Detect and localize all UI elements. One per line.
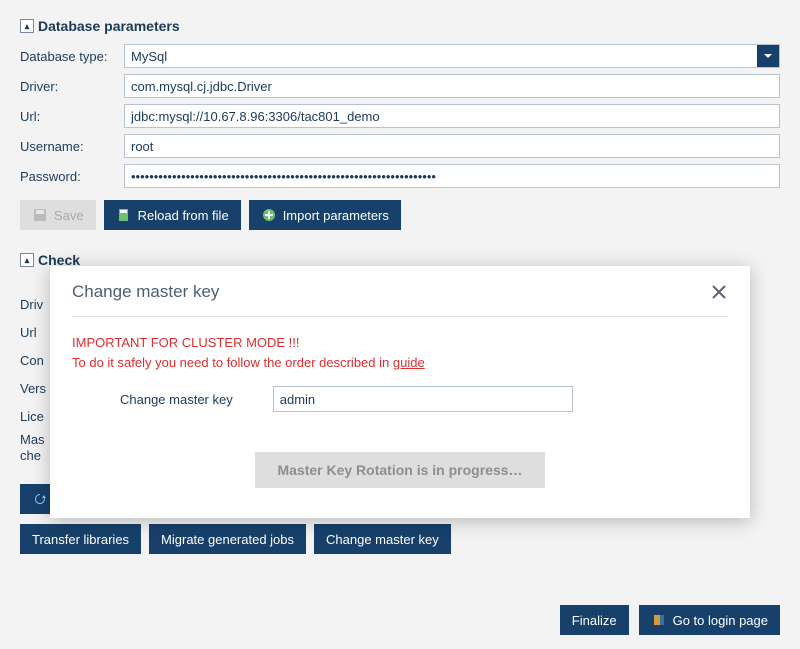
go-to-login-label: Go to login page bbox=[673, 613, 768, 628]
driver-label: Driver: bbox=[20, 79, 124, 94]
dialog-title: Change master key bbox=[72, 282, 219, 302]
dialog-warning-line2: To do it safely you need to follow the o… bbox=[72, 355, 393, 370]
password-input[interactable] bbox=[124, 164, 780, 188]
reload-button-label: Reload from file bbox=[138, 208, 229, 223]
rotation-status: Master Key Rotation is in progress… bbox=[255, 452, 544, 488]
door-icon bbox=[651, 612, 667, 628]
check-row-label: Con bbox=[20, 353, 44, 368]
go-to-login-button[interactable]: Go to login page bbox=[639, 605, 780, 635]
refresh-icon bbox=[32, 491, 48, 507]
db-type-dropdown-button[interactable] bbox=[757, 45, 779, 67]
change-master-key-dialog: Change master key IMPORTANT FOR CLUSTER … bbox=[50, 266, 750, 518]
finalize-button[interactable]: Finalize bbox=[560, 605, 629, 635]
url-label: Url: bbox=[20, 109, 124, 124]
username-input[interactable] bbox=[124, 134, 780, 158]
migrate-jobs-button[interactable]: Migrate generated jobs bbox=[149, 524, 306, 554]
save-button: Save bbox=[20, 200, 96, 230]
check-row-label: Lice bbox=[20, 409, 44, 424]
transfer-libraries-label: Transfer libraries bbox=[32, 532, 129, 547]
db-params-title: Database parameters bbox=[38, 18, 180, 34]
collapse-icon[interactable]: ▴ bbox=[20, 19, 34, 33]
check-row-label: Masche bbox=[20, 432, 45, 463]
reload-button[interactable]: Reload from file bbox=[104, 200, 241, 230]
check-row-label: Url bbox=[20, 325, 37, 340]
dialog-warning-line1: IMPORTANT FOR CLUSTER MODE !!! bbox=[72, 333, 728, 353]
db-type-select[interactable] bbox=[124, 44, 780, 68]
change-master-key-button[interactable]: Change master key bbox=[314, 524, 451, 554]
import-params-label: Import parameters bbox=[283, 208, 389, 223]
guide-link[interactable]: guide bbox=[393, 355, 425, 370]
check-row-label: Driv bbox=[20, 297, 43, 312]
driver-input[interactable] bbox=[124, 74, 780, 98]
plus-circle-icon bbox=[261, 207, 277, 223]
db-params-header: ▴ Database parameters bbox=[20, 18, 780, 34]
url-input[interactable] bbox=[124, 104, 780, 128]
transfer-libraries-button[interactable]: Transfer libraries bbox=[20, 524, 141, 554]
db-type-label: Database type: bbox=[20, 49, 124, 64]
reload-icon bbox=[116, 207, 132, 223]
save-button-label: Save bbox=[54, 208, 84, 223]
check-row-label: Vers bbox=[20, 381, 46, 396]
finalize-label: Finalize bbox=[572, 613, 617, 628]
import-params-button[interactable]: Import parameters bbox=[249, 200, 401, 230]
save-icon bbox=[32, 207, 48, 223]
migrate-jobs-label: Migrate generated jobs bbox=[161, 532, 294, 547]
dialog-warning: IMPORTANT FOR CLUSTER MODE !!! To do it … bbox=[72, 333, 728, 372]
username-label: Username: bbox=[20, 139, 124, 154]
master-key-input[interactable] bbox=[273, 386, 573, 412]
dialog-close-button[interactable] bbox=[710, 283, 728, 301]
change-master-key-label: Change master key bbox=[326, 532, 439, 547]
password-label: Password: bbox=[20, 169, 124, 184]
master-key-field-label: Change master key bbox=[120, 392, 233, 407]
